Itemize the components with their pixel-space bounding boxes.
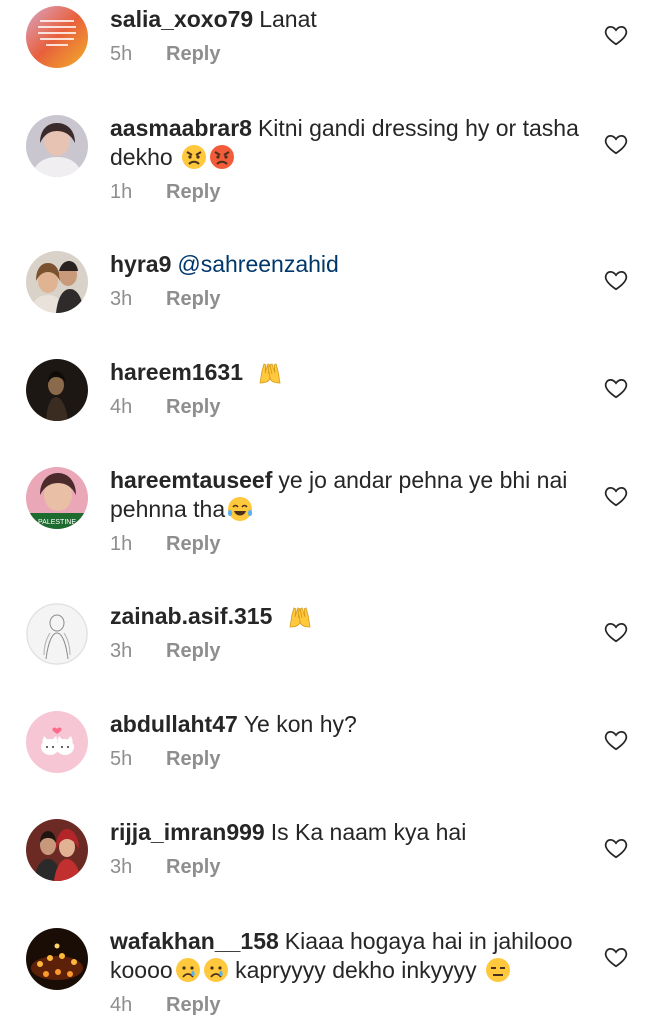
- comment-username[interactable]: rijja_imran999: [110, 819, 265, 845]
- comment-body: abdullaht47 Ye kon hy? 5h Reply: [110, 710, 580, 771]
- comment-username[interactable]: hareem1631: [110, 359, 243, 385]
- cartoon-cats-avatar-icon[interactable]: [26, 711, 88, 773]
- sketch-avatar-icon[interactable]: [26, 603, 88, 665]
- comment-text: rijja_imran999 Is Ka naam kya hai: [110, 818, 580, 847]
- reply-button[interactable]: Reply: [166, 533, 220, 555]
- comment-username[interactable]: salia_xoxo79: [110, 6, 253, 32]
- comment-text: abdullaht47 Ye kon hy?: [110, 710, 580, 739]
- comment-message: Lanat: [259, 6, 317, 32]
- comment-body: salia_xoxo79 Lanat 5h Reply: [110, 5, 580, 66]
- angry-face-emoji-icon: [182, 145, 207, 169]
- raising-hands-emoji-icon: [259, 363, 281, 384]
- heart-outline-icon[interactable]: [603, 944, 629, 970]
- angry-face-emoji-icon: [210, 145, 235, 169]
- comment-username[interactable]: wafakhan__158: [110, 928, 279, 954]
- comment-time: 4h: [110, 994, 133, 1016]
- comment-body: hyra9 @sahreenzahid 3h Reply: [110, 250, 580, 311]
- comment-text: zainab.asif.315: [110, 602, 580, 631]
- raising-hands-emoji-icon: [289, 607, 311, 628]
- candles-avatar-icon[interactable]: [26, 928, 88, 990]
- comment-body: hareemtauseef ye jo andar pehna ye bhi na…: [110, 466, 580, 556]
- comment-meta: 4h Reply: [110, 395, 580, 419]
- expressionless-face-emoji-icon: [486, 958, 511, 982]
- comment-text: wafakhan__158 Kiaaa hogaya hai in jahiloo…: [110, 927, 580, 985]
- comment-time: 5h: [110, 748, 133, 770]
- heart-outline-icon[interactable]: [603, 727, 629, 753]
- comment-body: rijja_imran999 Is Ka naam kya hai 3h Reply: [110, 818, 580, 879]
- comment-body: hareem1631 4h Reply: [110, 358, 580, 419]
- comment-meta: 3h Reply: [110, 639, 580, 663]
- reply-button[interactable]: Reply: [166, 994, 220, 1016]
- comment-text: salia_xoxo79 Lanat: [110, 5, 580, 34]
- comment-message: Is Ka naam kya hai: [270, 819, 467, 845]
- comment-meta: 4h Reply: [110, 993, 580, 1017]
- heart-outline-icon[interactable]: [603, 619, 629, 645]
- comment-message: Ye kon hy?: [243, 711, 357, 737]
- comment-body: aasmaabrar8 Kitni gandi dressing hy or ta…: [110, 114, 580, 204]
- quote-text-avatar-icon[interactable]: [26, 6, 88, 68]
- comment-username[interactable]: hyra9: [110, 251, 171, 277]
- crying-face-emoji-icon: [175, 958, 200, 982]
- reply-button[interactable]: Reply: [166, 181, 220, 203]
- heart-outline-icon[interactable]: [603, 267, 629, 293]
- comment-meta: 1h Reply: [110, 532, 580, 556]
- comment-username[interactable]: hareemtauseef: [110, 467, 272, 493]
- comment-meta: 3h Reply: [110, 287, 580, 311]
- comment-message-continued: kapryyyy dekho inkyyyy: [235, 957, 477, 983]
- avatar-caption: PALESTINE: [38, 519, 76, 526]
- comment-username[interactable]: zainab.asif.315: [110, 603, 272, 629]
- comment-time: 1h: [110, 181, 133, 203]
- heart-outline-icon[interactable]: [603, 22, 629, 48]
- comment-username[interactable]: aasmaabrar8: [110, 115, 252, 141]
- tears-of-joy-emoji-icon: [228, 497, 253, 521]
- comment-username[interactable]: abdullaht47: [110, 711, 238, 737]
- comment-meta: 5h Reply: [110, 747, 580, 771]
- reply-button[interactable]: Reply: [166, 43, 220, 65]
- reply-button[interactable]: Reply: [166, 288, 220, 310]
- comment-meta: 1h Reply: [110, 180, 580, 204]
- comment-list: salia_xoxo79 Lanat 5h Reply aasmaabrar8 Kit…: [0, 0, 663, 1024]
- reply-button[interactable]: Reply: [166, 856, 220, 878]
- comment-time: 3h: [110, 640, 133, 662]
- comment-time: 1h: [110, 533, 133, 555]
- comment-text: hareem1631: [110, 358, 580, 387]
- comment-meta: 3h Reply: [110, 855, 580, 879]
- dark-portrait-avatar-icon[interactable]: [26, 359, 88, 421]
- comment-meta: 5h Reply: [110, 42, 580, 66]
- reply-button[interactable]: Reply: [166, 748, 220, 770]
- reply-button[interactable]: Reply: [166, 396, 220, 418]
- heart-outline-icon[interactable]: [603, 375, 629, 401]
- heart-outline-icon[interactable]: [603, 131, 629, 157]
- comment-time: 3h: [110, 856, 133, 878]
- portrait-avatar-icon[interactable]: [26, 115, 88, 177]
- comment-text: hareemtauseef ye jo andar pehna ye bhi na…: [110, 466, 580, 524]
- comment-mention-link[interactable]: @sahreenzahid: [177, 251, 338, 277]
- selfie-avatar-icon[interactable]: PALESTINE: [26, 467, 88, 529]
- heart-outline-icon[interactable]: [603, 835, 629, 861]
- bridal-photo-avatar-icon[interactable]: [26, 819, 88, 881]
- comment-time: 4h: [110, 396, 133, 418]
- reply-button[interactable]: Reply: [166, 640, 220, 662]
- comment-time: 5h: [110, 43, 133, 65]
- comment-body: wafakhan__158 Kiaaa hogaya hai in jahiloo…: [110, 927, 580, 1017]
- couple-photo-avatar-icon[interactable]: [26, 251, 88, 313]
- crying-face-emoji-icon: [203, 958, 228, 982]
- comment-text: hyra9 @sahreenzahid: [110, 250, 580, 279]
- comment-time: 3h: [110, 288, 133, 310]
- comment-text: aasmaabrar8 Kitni gandi dressing hy or ta…: [110, 114, 580, 172]
- heart-outline-icon[interactable]: [603, 483, 629, 509]
- comment-body: zainab.asif.315 3h Reply: [110, 602, 580, 663]
